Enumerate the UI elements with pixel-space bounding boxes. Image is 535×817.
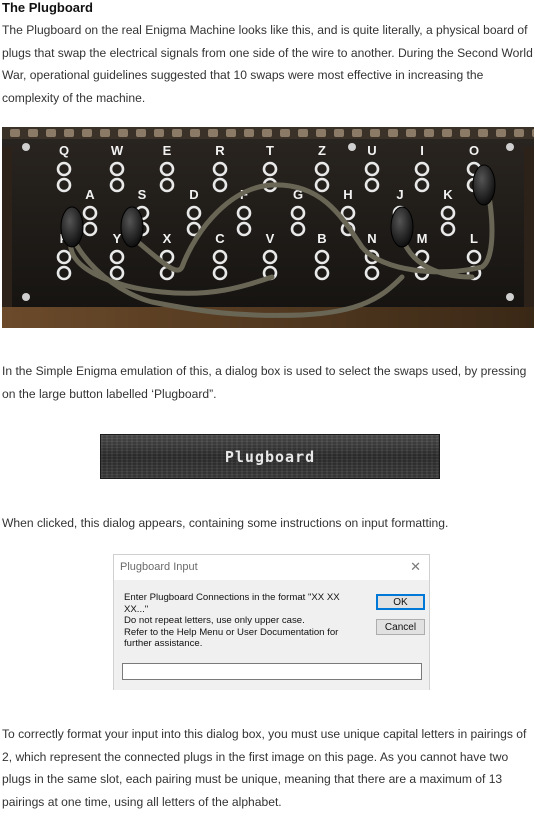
top-ridge bbox=[424, 129, 434, 137]
top-ridge bbox=[460, 129, 470, 137]
top-ridge bbox=[118, 129, 128, 137]
top-ridge bbox=[154, 129, 164, 137]
plug-letter: S bbox=[138, 187, 147, 202]
dialog-message: Enter Plugboard Connections in the forma… bbox=[124, 592, 364, 650]
top-ridge bbox=[46, 129, 56, 137]
top-ridge bbox=[172, 129, 182, 137]
screw-head bbox=[506, 293, 514, 301]
plug-letter: K bbox=[443, 187, 453, 202]
top-ridge bbox=[64, 129, 74, 137]
top-ridge bbox=[298, 129, 308, 137]
top-ridge bbox=[82, 129, 92, 137]
plug-letter: A bbox=[85, 187, 95, 202]
top-ridge bbox=[280, 129, 290, 137]
dialog-message-line: Refer to the Help Menu or User Documenta… bbox=[124, 626, 339, 650]
plug-head bbox=[390, 206, 414, 248]
screw-head bbox=[22, 143, 30, 151]
dialog-body: Enter Plugboard Connections in the forma… bbox=[114, 580, 429, 690]
top-ridge bbox=[514, 129, 524, 137]
plug-letter: U bbox=[367, 143, 376, 158]
plug-head bbox=[120, 206, 144, 248]
plug-letter: L bbox=[470, 231, 478, 246]
plugboard-input-dialog: Plugboard Input ✕ Enter Plugboard Connec… bbox=[113, 554, 430, 690]
plug-letter: E bbox=[163, 143, 172, 158]
top-ridge bbox=[478, 129, 488, 137]
plugboard-button-label: Plugboard bbox=[224, 447, 316, 466]
ok-button[interactable]: OK bbox=[376, 594, 425, 610]
screw-head bbox=[348, 143, 356, 151]
close-icon[interactable]: ✕ bbox=[410, 559, 421, 575]
plug-letter: D bbox=[189, 187, 198, 202]
plug-letter: H bbox=[343, 187, 352, 202]
screw-head bbox=[22, 293, 30, 301]
plug-head bbox=[472, 164, 496, 206]
plugboard-connections-input[interactable] bbox=[122, 663, 422, 680]
top-ridge bbox=[244, 129, 254, 137]
top-ridge bbox=[10, 129, 20, 137]
cancel-button[interactable]: Cancel bbox=[376, 619, 425, 635]
plug-letter: Z bbox=[318, 143, 326, 158]
plug-letter: N bbox=[367, 231, 376, 246]
plug-letter: C bbox=[215, 231, 225, 246]
dialog-message-line: Do not repeat letters, use only upper ca… bbox=[124, 615, 305, 627]
top-ridge bbox=[190, 129, 200, 137]
top-ridge bbox=[406, 129, 416, 137]
emulation-paragraph: In the Simple Enigma emulation of this, … bbox=[2, 364, 527, 401]
plugboard-illustration: QWERTZUIOASDFGHJKPYXCVBNML bbox=[2, 127, 534, 328]
plug-letter: Q bbox=[59, 143, 69, 158]
clicked-paragraph: When clicked, this dialog appears, conta… bbox=[2, 516, 449, 530]
plug-letter: W bbox=[111, 143, 124, 158]
dialog-message-line: Enter Plugboard Connections in the forma… bbox=[124, 592, 340, 615]
dialog-title: Plugboard Input bbox=[120, 561, 198, 573]
plug-letter: O bbox=[469, 143, 479, 158]
top-ridge bbox=[388, 129, 398, 137]
plug-letter: T bbox=[266, 143, 274, 158]
top-ridge bbox=[316, 129, 326, 137]
plug-letter: I bbox=[420, 143, 424, 158]
plug-letter: V bbox=[266, 231, 275, 246]
top-ridge bbox=[496, 129, 506, 137]
plug-letter: J bbox=[396, 187, 403, 202]
top-ridge bbox=[262, 129, 272, 137]
enigma-plugboard-photo: QWERTZUIOASDFGHJKPYXCVBNML bbox=[2, 127, 534, 328]
plug-letter: X bbox=[163, 231, 172, 246]
top-ridge bbox=[370, 129, 380, 137]
plug-letter: R bbox=[215, 143, 225, 158]
top-ridge bbox=[226, 129, 236, 137]
top-ridge bbox=[100, 129, 110, 137]
top-ridge bbox=[532, 129, 534, 137]
top-ridge bbox=[136, 129, 146, 137]
plug-letter: B bbox=[317, 231, 326, 246]
plug-head bbox=[60, 206, 84, 248]
top-ridge bbox=[208, 129, 218, 137]
plug-letter: M bbox=[417, 231, 428, 246]
top-ridge bbox=[28, 129, 38, 137]
top-ridge bbox=[352, 129, 362, 137]
plug-letter: Y bbox=[113, 231, 122, 246]
top-ridge bbox=[334, 129, 344, 137]
plugboard-button-image: Plugboard bbox=[100, 434, 440, 479]
screw-head bbox=[506, 143, 514, 151]
top-ridge bbox=[442, 129, 452, 137]
section-heading: The Plugboard bbox=[2, 0, 93, 15]
format-paragraph: To correctly format your input into this… bbox=[2, 727, 527, 809]
intro-paragraph: The Plugboard on the real Enigma Machine… bbox=[2, 23, 533, 105]
